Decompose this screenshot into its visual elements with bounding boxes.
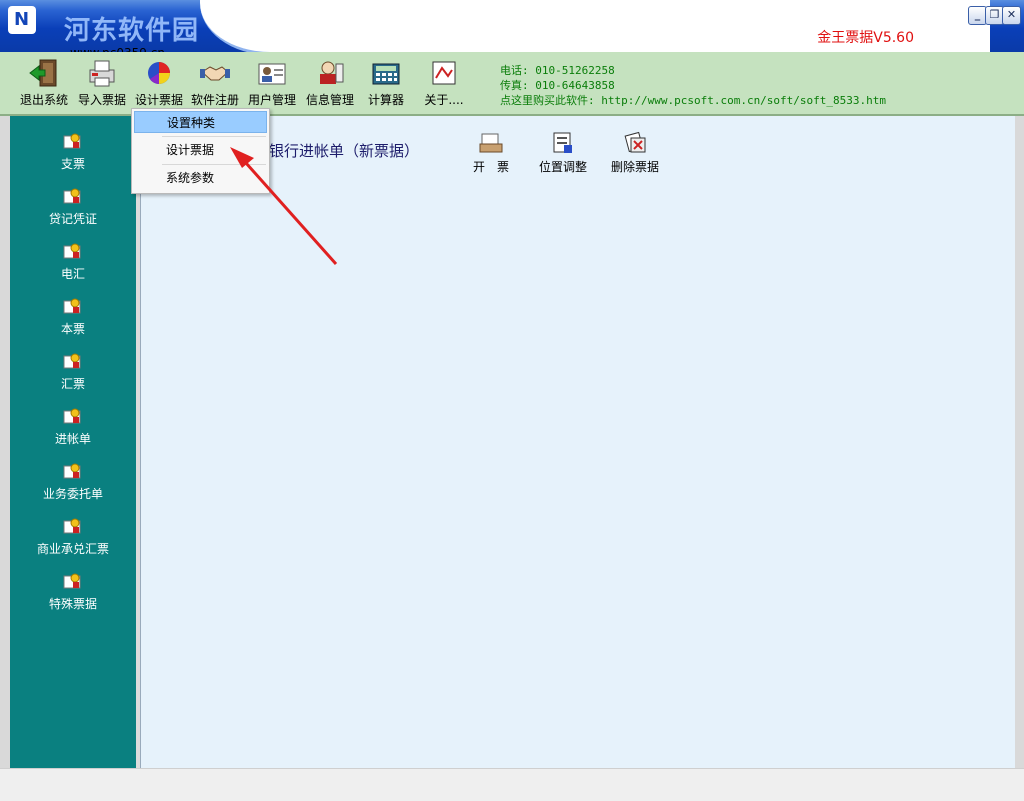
sidebar-item-commercial-acceptance[interactable]: 商业承兑汇票 bbox=[10, 515, 136, 557]
about-document-icon bbox=[432, 61, 456, 85]
toolbar-label: 计算器 bbox=[367, 93, 404, 107]
app-icon[interactable] bbox=[8, 6, 36, 34]
ticket-user-icon bbox=[63, 353, 81, 369]
form-title: 银行进帐单（新票据） bbox=[269, 142, 420, 160]
toolbar-label: 信息管理 bbox=[305, 93, 354, 107]
sidebar-item-label: 业务委托单 bbox=[42, 487, 103, 501]
close-button[interactable]: ✕ bbox=[1002, 6, 1021, 25]
delete-ticket-icon bbox=[624, 131, 646, 153]
sidebar-item-label: 本票 bbox=[60, 322, 85, 336]
exit-door-icon bbox=[29, 59, 57, 87]
exit-system-button[interactable]: 退出系统 bbox=[14, 56, 74, 112]
calculator-icon bbox=[372, 63, 400, 85]
action-label: 位置调整 bbox=[538, 160, 587, 174]
printer-icon bbox=[89, 60, 115, 87]
sidebar-item-credit-voucher[interactable]: 贷记凭证 bbox=[10, 185, 136, 227]
sidebar-item-draft[interactable]: 汇票 bbox=[10, 350, 136, 392]
ticket-user-icon bbox=[63, 298, 81, 314]
sidebar-item-special-ticket[interactable]: 特殊票据 bbox=[10, 570, 136, 612]
toolbar: 退出系统 导入票据 设计票据 软件注册 用户管理 信息管理 计算器 关于....… bbox=[0, 52, 1024, 116]
toolbar-label: 用户管理 bbox=[247, 93, 296, 107]
purchase-link[interactable]: 点这里购买此软件: http://www.pcsoft.com.cn/soft/… bbox=[500, 92, 886, 108]
sidebar-item-label: 贷记凭证 bbox=[48, 212, 97, 226]
menu-item-system-params[interactable]: 系统参数 bbox=[134, 167, 267, 189]
action-label: 开 票 bbox=[472, 160, 509, 174]
window-frame-left bbox=[0, 116, 10, 768]
sidebar-item-label: 商业承兑汇票 bbox=[36, 542, 109, 556]
ticket-user-icon bbox=[63, 463, 81, 479]
ticket-user-icon bbox=[63, 518, 81, 534]
software-register-button[interactable]: 软件注册 bbox=[185, 56, 245, 112]
sidebar-item-label: 支票 bbox=[60, 157, 85, 171]
status-area bbox=[0, 768, 1024, 801]
toolbar-label: 软件注册 bbox=[190, 93, 239, 107]
sidebar-item-cheque[interactable]: 支票 bbox=[10, 130, 136, 172]
sidebar-item-deposit-slip[interactable]: 进帐单 bbox=[10, 405, 136, 447]
calculator-button[interactable]: 计算器 bbox=[356, 56, 416, 112]
sidebar-item-label: 特殊票据 bbox=[48, 597, 97, 611]
sidebar-item-promissory-note[interactable]: 本票 bbox=[10, 295, 136, 337]
window-title: 金王票据V5.60 bbox=[817, 30, 914, 46]
info-person-icon bbox=[320, 61, 344, 84]
toolbar-label: 退出系统 bbox=[19, 93, 68, 107]
sidebar-item-wire-transfer[interactable]: 电汇 bbox=[10, 240, 136, 282]
user-card-icon bbox=[258, 63, 286, 85]
window-frame-right bbox=[1014, 116, 1024, 768]
position-adjust-icon bbox=[553, 132, 572, 153]
open-ticket-button[interactable]: 开 票 bbox=[456, 130, 526, 175]
menu-item-set-category[interactable]: 设置种类 bbox=[134, 111, 267, 133]
import-ticket-button[interactable]: 导入票据 bbox=[72, 56, 132, 112]
ticket-user-icon bbox=[63, 133, 81, 149]
ticket-user-icon bbox=[63, 188, 81, 204]
user-management-button[interactable]: 用户管理 bbox=[242, 56, 302, 112]
pie-chart-icon bbox=[148, 62, 170, 84]
main-workspace: 银行进帐单（新票据） 开 票 位置调整 删除票据 bbox=[140, 116, 1015, 768]
sidebar-item-label: 电汇 bbox=[60, 267, 85, 281]
position-adjust-button[interactable]: 位置调整 bbox=[528, 130, 598, 175]
menu-item-design-ticket[interactable]: 设计票据 bbox=[134, 139, 267, 161]
about-button[interactable]: 关于.... bbox=[414, 56, 474, 112]
design-ticket-button[interactable]: 设计票据 bbox=[129, 56, 189, 112]
design-ticket-dropdown: 设置种类 设计票据 系统参数 bbox=[131, 108, 270, 194]
toolbar-label: 设计票据 bbox=[134, 93, 183, 107]
watermark-main: 河东软件园 bbox=[64, 16, 200, 46]
info-management-button[interactable]: 信息管理 bbox=[300, 56, 360, 112]
contact-fax: 传真: 010-64643858 bbox=[500, 79, 615, 92]
title-bar: 河东软件园 金王票据V5.60 _ ❐ ✕ bbox=[0, 0, 1024, 55]
handshake-icon bbox=[200, 66, 230, 81]
contact-phone: 电话: 010-51262258 bbox=[500, 64, 615, 77]
menu-separator bbox=[162, 136, 266, 137]
action-label: 删除票据 bbox=[610, 160, 659, 174]
open-ticket-icon bbox=[479, 133, 503, 153]
ticket-user-icon bbox=[63, 243, 81, 259]
ticket-type-sidebar: 支票 贷记凭证 电汇 本票 汇票 进帐单 业务委托单 商业承兑汇票 特殊票据 bbox=[10, 116, 140, 768]
toolbar-label: 关于.... bbox=[424, 93, 464, 107]
delete-ticket-button[interactable]: 删除票据 bbox=[600, 130, 670, 175]
sidebar-item-label: 进帐单 bbox=[54, 432, 91, 446]
sidebar-item-business-order[interactable]: 业务委托单 bbox=[10, 460, 136, 502]
ticket-user-icon bbox=[63, 573, 81, 589]
menu-separator bbox=[162, 164, 266, 165]
toolbar-label: 导入票据 bbox=[77, 93, 126, 107]
sidebar-item-label: 汇票 bbox=[60, 377, 85, 391]
ticket-user-icon bbox=[63, 408, 81, 424]
